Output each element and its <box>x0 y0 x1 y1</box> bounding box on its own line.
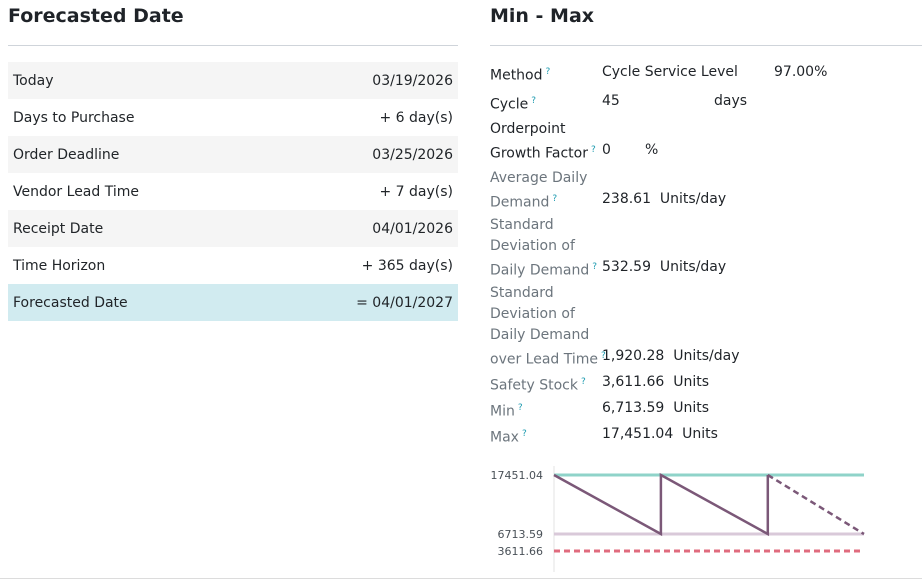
cycle-input[interactable]: 45 <box>602 91 620 112</box>
row-receipt-date: Receipt Date 04/01/2026 <box>8 210 458 247</box>
row-time-horizon: Time Horizon + 365 day(s) <box>8 247 458 284</box>
average-daily-demand-value: 238.61 Units/day <box>602 191 727 207</box>
growth-factor-unit: % <box>645 142 659 158</box>
stock-level-chart: 17451.04 6713.59 3611.66 <box>491 466 865 572</box>
row-label: Days to Purchase <box>13 109 135 126</box>
row-label: Forecasted Date <box>13 294 128 311</box>
divider <box>8 45 458 46</box>
row-label: Time Horizon <box>13 257 106 274</box>
row-value: + 6 day(s) <box>379 109 453 126</box>
row-value: 03/19/2026 <box>372 72 453 89</box>
std-dev-daily-demand-value: 532.59 Units/day <box>602 259 727 275</box>
row-label: Order Deadline <box>13 146 120 163</box>
row-label: Receipt Date <box>13 220 104 237</box>
help-icon[interactable]: ? <box>522 429 527 439</box>
help-icon[interactable]: ? <box>552 194 557 204</box>
max-label: Max? <box>490 429 527 446</box>
row-label: Vendor Lead Time <box>13 183 139 200</box>
help-icon[interactable]: ? <box>581 377 586 387</box>
help-icon[interactable]: ? <box>546 67 551 77</box>
forecasted-date-title: Forecasted Date <box>8 5 184 27</box>
std-dev-daily-demand-label: Standard Deviation of Daily Demand? <box>490 217 598 279</box>
row-value: 04/01/2026 <box>372 220 453 237</box>
y-tick-label: 6713.59 <box>498 528 544 541</box>
stock-level-line <box>553 472 770 537</box>
row-vendor-lead-time: Vendor Lead Time + 7 day(s) <box>8 173 458 210</box>
std-dev-lead-time-label: Standard Deviation of Daily Demand over Lea… <box>490 285 606 368</box>
row-value: + 365 day(s) <box>361 257 453 274</box>
help-icon[interactable]: ? <box>592 262 597 272</box>
divider <box>0 578 922 579</box>
row-forecasted-date: Forecasted Date = 04/01/2027 <box>8 284 458 321</box>
forecast-table: Today 03/19/2026 Days to Purchase + 6 da… <box>8 62 458 321</box>
method-label: Method? <box>490 67 551 84</box>
min-label: Min? <box>490 403 523 420</box>
growth-factor-label: Orderpoint Growth Factor? <box>490 121 596 162</box>
method-percent[interactable]: 97.00% <box>774 62 827 83</box>
help-icon[interactable]: ? <box>591 145 596 155</box>
help-icon[interactable]: ? <box>531 96 536 106</box>
projected-stock-line <box>767 473 865 536</box>
y-tick-label: 17451.04 <box>491 469 544 482</box>
safety-stock-value: 3,611.66 Units <box>602 374 710 390</box>
min-value: 6,713.59 Units <box>602 400 710 416</box>
cycle-unit: days <box>714 93 748 109</box>
min-max-title: Min - Max <box>490 5 595 27</box>
help-icon[interactable]: ? <box>518 403 523 413</box>
method-value[interactable]: Cycle Service Level <box>602 62 738 83</box>
growth-factor-input[interactable]: 0 <box>602 140 611 161</box>
row-label: Today <box>13 72 54 89</box>
row-days-to-purchase: Days to Purchase + 6 day(s) <box>8 99 458 136</box>
y-tick-label: 3611.66 <box>498 545 544 558</box>
row-value: = 04/01/2027 <box>356 294 453 311</box>
row-value: + 7 day(s) <box>379 183 453 200</box>
divider <box>490 45 922 46</box>
row-order-deadline: Order Deadline 03/25/2026 <box>8 136 458 173</box>
average-daily-demand-label: Average Daily Demand? <box>490 170 588 211</box>
row-value: 03/25/2026 <box>372 146 453 163</box>
row-today: Today 03/19/2026 <box>8 62 458 99</box>
std-dev-lead-time-value: 1,920.28 Units/day <box>602 348 740 364</box>
cycle-label: Cycle? <box>490 96 537 113</box>
safety-stock-label: Safety Stock? <box>490 377 586 394</box>
max-value: 17,451.04 Units <box>602 426 718 442</box>
